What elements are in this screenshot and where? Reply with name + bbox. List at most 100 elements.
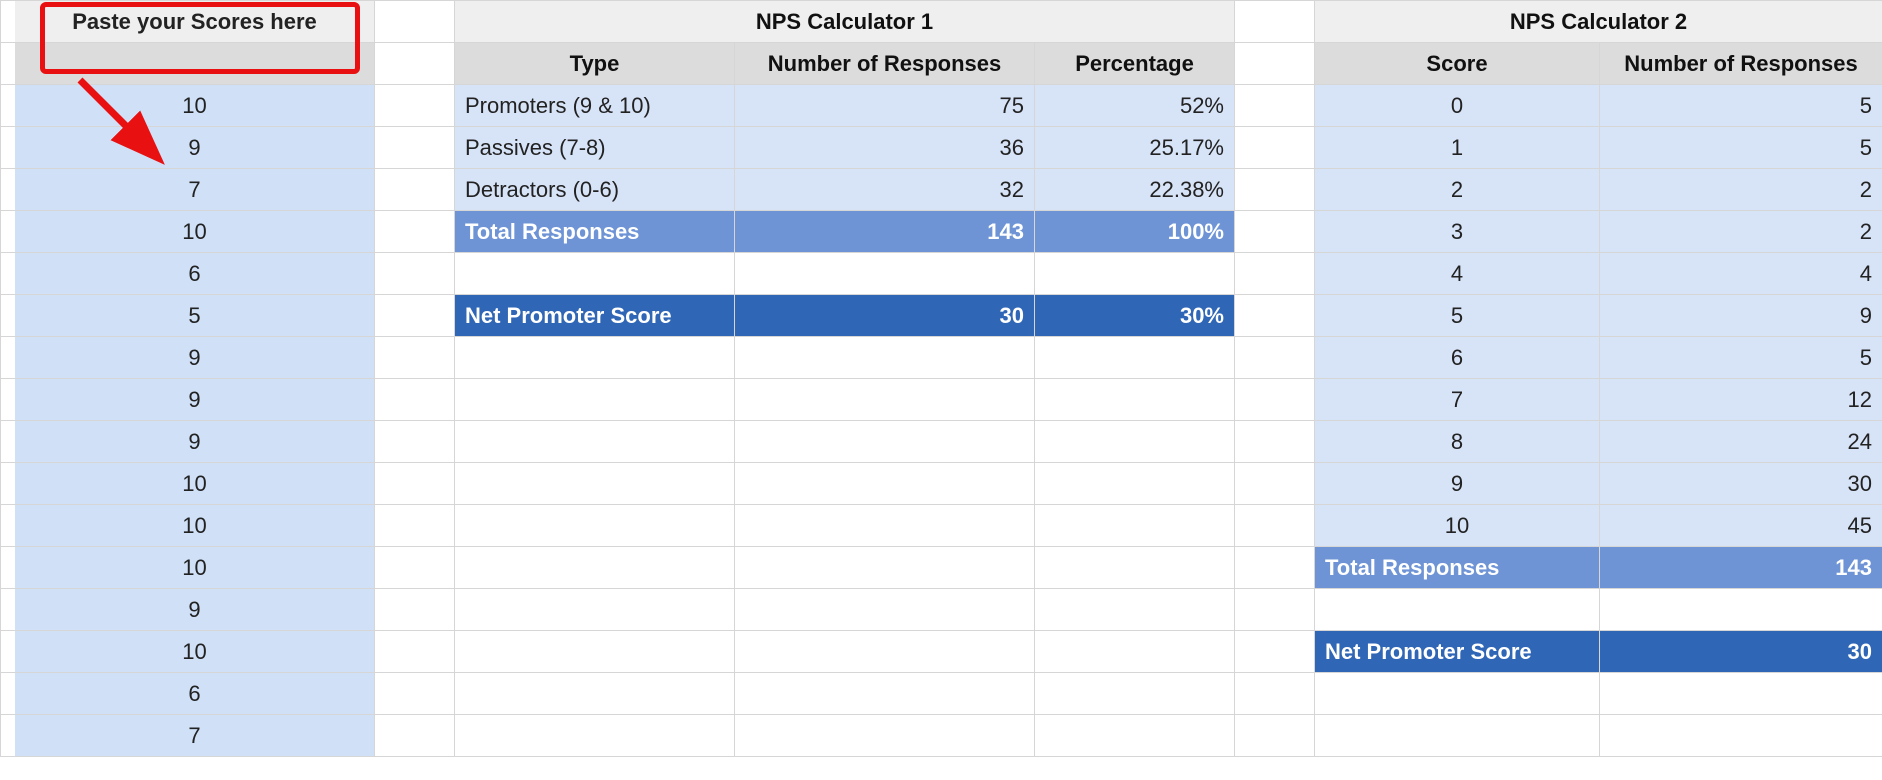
score-input-cell[interactable]: 9 <box>15 379 375 421</box>
calc2-row-score[interactable]: 4 <box>1315 253 1600 295</box>
calc1-row-pct[interactable]: 52% <box>1035 85 1235 127</box>
empty-cell[interactable] <box>1035 337 1235 379</box>
empty-cell[interactable] <box>1035 589 1235 631</box>
score-input-cell[interactable]: 9 <box>15 421 375 463</box>
calc2-row-responses[interactable]: 2 <box>1600 211 1882 253</box>
calc1-row-responses[interactable]: 36 <box>735 127 1035 169</box>
calc2-total-responses[interactable]: 143 <box>1600 547 1882 589</box>
calc1-row-responses[interactable]: 32 <box>735 169 1035 211</box>
empty-cell[interactable] <box>1035 547 1235 589</box>
calc2-row-score[interactable]: 9 <box>1315 463 1600 505</box>
calc2-row-responses[interactable]: 4 <box>1600 253 1882 295</box>
calc1-total-responses[interactable]: 143 <box>735 211 1035 253</box>
empty-cell[interactable] <box>1315 673 1600 715</box>
empty-cell[interactable] <box>1035 253 1235 295</box>
empty-cell[interactable] <box>735 421 1035 463</box>
empty-cell[interactable] <box>735 673 1035 715</box>
calc2-row-score[interactable]: 2 <box>1315 169 1600 211</box>
calc1-total-label[interactable]: Total Responses <box>455 211 735 253</box>
empty-cell[interactable] <box>735 547 1035 589</box>
calc2-row-score[interactable]: 1 <box>1315 127 1600 169</box>
empty-cell[interactable] <box>1315 715 1600 757</box>
empty-cell[interactable] <box>1035 673 1235 715</box>
calc2-row-score[interactable]: 3 <box>1315 211 1600 253</box>
calc2-row-responses[interactable]: 30 <box>1600 463 1882 505</box>
calc1-row-responses[interactable]: 75 <box>735 85 1035 127</box>
calc2-row-responses[interactable]: 12 <box>1600 379 1882 421</box>
calc2-total-label[interactable]: Total Responses <box>1315 547 1600 589</box>
calc1-col-responses[interactable]: Number of Responses <box>735 43 1035 85</box>
empty-cell[interactable] <box>735 337 1035 379</box>
empty-cell[interactable] <box>455 631 735 673</box>
calc1-nps-label[interactable]: Net Promoter Score <box>455 295 735 337</box>
calc1-nps-value[interactable]: 30 <box>735 295 1035 337</box>
empty-cell[interactable] <box>1035 715 1235 757</box>
calc2-row-score[interactable]: 5 <box>1315 295 1600 337</box>
empty-cell[interactable] <box>735 253 1035 295</box>
empty-cell[interactable] <box>455 379 735 421</box>
score-input-cell[interactable]: 10 <box>15 211 375 253</box>
calc2-row-score[interactable]: 10 <box>1315 505 1600 547</box>
score-input-cell[interactable]: 7 <box>15 715 375 757</box>
empty-cell[interactable] <box>1035 379 1235 421</box>
calc2-title[interactable]: NPS Calculator 2 <box>1315 1 1882 43</box>
empty-cell[interactable] <box>735 505 1035 547</box>
score-input-cell[interactable]: 9 <box>15 337 375 379</box>
calc2-nps-label[interactable]: Net Promoter Score <box>1315 631 1600 673</box>
empty-cell[interactable] <box>1600 715 1882 757</box>
calc1-row-pct[interactable]: 25.17% <box>1035 127 1235 169</box>
score-input-cell[interactable]: 6 <box>15 673 375 715</box>
empty-cell[interactable] <box>1600 673 1882 715</box>
empty-cell[interactable] <box>1035 463 1235 505</box>
empty-cell[interactable] <box>455 673 735 715</box>
calc1-row-type[interactable]: Passives (7-8) <box>455 127 735 169</box>
empty-cell[interactable] <box>455 463 735 505</box>
score-input-cell[interactable]: 5 <box>15 295 375 337</box>
calc1-col-pct[interactable]: Percentage <box>1035 43 1235 85</box>
calc1-nps-pct[interactable]: 30% <box>1035 295 1235 337</box>
calc1-total-pct[interactable]: 100% <box>1035 211 1235 253</box>
empty-cell[interactable] <box>735 715 1035 757</box>
empty-cell[interactable] <box>735 463 1035 505</box>
calc2-row-score[interactable]: 6 <box>1315 337 1600 379</box>
calc2-nps-value[interactable]: 30 <box>1600 631 1882 673</box>
empty-cell[interactable] <box>1600 589 1882 631</box>
empty-cell[interactable] <box>455 547 735 589</box>
calc1-title[interactable]: NPS Calculator 1 <box>455 1 1235 43</box>
empty-cell[interactable] <box>455 421 735 463</box>
calc1-col-type[interactable]: Type <box>455 43 735 85</box>
calc1-row-type[interactable]: Detractors (0-6) <box>455 169 735 211</box>
score-input-cell[interactable]: 10 <box>15 463 375 505</box>
empty-cell[interactable] <box>455 505 735 547</box>
calc1-row-pct[interactable]: 22.38% <box>1035 169 1235 211</box>
calc2-row-responses[interactable]: 5 <box>1600 337 1882 379</box>
paste-scores-header[interactable]: Paste your Scores here <box>15 1 375 43</box>
calc2-row-score[interactable]: 8 <box>1315 421 1600 463</box>
calc2-row-score[interactable]: 0 <box>1315 85 1600 127</box>
score-input-cell[interactable]: 10 <box>15 547 375 589</box>
calc2-row-responses[interactable]: 45 <box>1600 505 1882 547</box>
calc2-row-responses[interactable]: 2 <box>1600 169 1882 211</box>
empty-cell[interactable] <box>455 337 735 379</box>
calc1-row-type[interactable]: Promoters (9 & 10) <box>455 85 735 127</box>
calc2-row-responses[interactable]: 24 <box>1600 421 1882 463</box>
calc2-row-responses[interactable]: 9 <box>1600 295 1882 337</box>
empty-cell[interactable] <box>1315 589 1600 631</box>
empty-cell[interactable] <box>735 631 1035 673</box>
empty-cell[interactable] <box>735 379 1035 421</box>
empty-cell[interactable] <box>1035 631 1235 673</box>
score-input-cell[interactable]: 9 <box>15 589 375 631</box>
empty-cell[interactable] <box>735 589 1035 631</box>
calc2-row-responses[interactable]: 5 <box>1600 85 1882 127</box>
calc2-col-responses[interactable]: Number of Responses <box>1600 43 1882 85</box>
empty-cell[interactable] <box>455 589 735 631</box>
calc2-row-score[interactable]: 7 <box>1315 379 1600 421</box>
score-input-cell[interactable]: 6 <box>15 253 375 295</box>
score-input-cell[interactable]: 10 <box>15 505 375 547</box>
empty-cell[interactable] <box>455 715 735 757</box>
calc2-row-responses[interactable]: 5 <box>1600 127 1882 169</box>
empty-cell[interactable] <box>455 253 735 295</box>
spreadsheet-grid[interactable]: Paste your Scores here NPS Calculator 1 NP… <box>0 0 1882 757</box>
calc2-col-score[interactable]: Score <box>1315 43 1600 85</box>
empty-cell[interactable] <box>1035 421 1235 463</box>
